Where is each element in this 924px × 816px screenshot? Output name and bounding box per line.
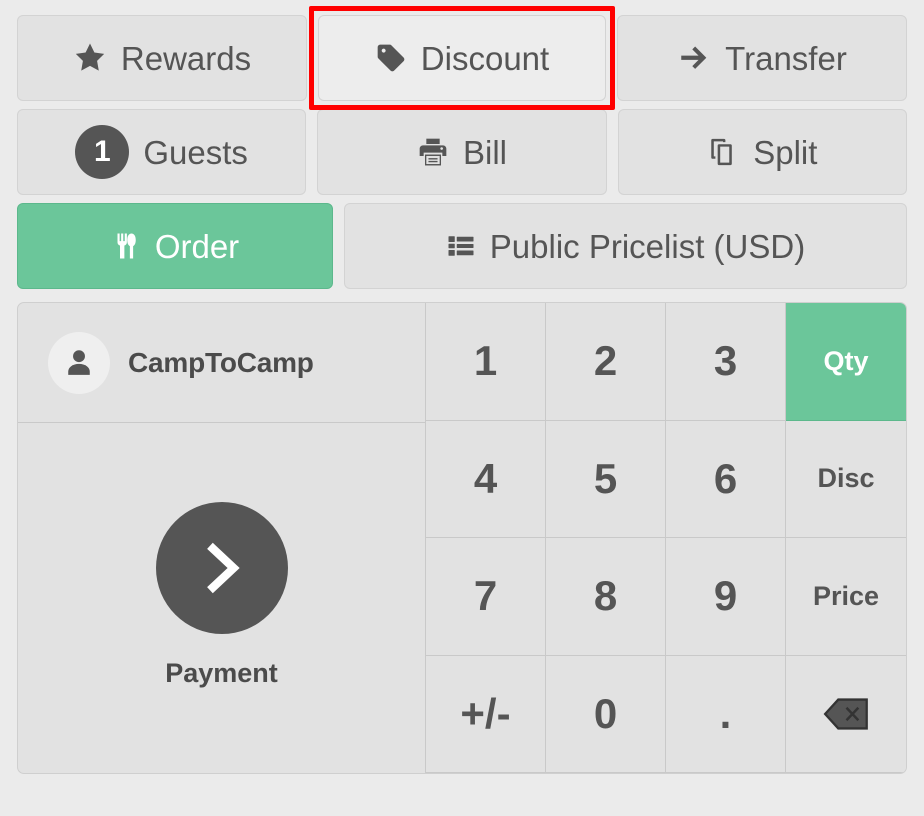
guests-label: Guests xyxy=(143,133,248,171)
pos-control-panel: Rewards Discount Transfer 1 Guests Bill … xyxy=(0,0,924,816)
pricelist-label: Public Pricelist (USD) xyxy=(489,227,806,265)
copy-icon xyxy=(707,136,739,168)
order-summary-panel: CampToCamp Payment 1 2 3 Qty 4 5 6 Disc … xyxy=(17,302,907,774)
numpad-key-1[interactable]: 1 xyxy=(426,303,546,421)
order-left-column: CampToCamp Payment xyxy=(18,303,426,773)
person-icon xyxy=(48,331,110,394)
numpad-mode-price[interactable]: Price xyxy=(786,538,906,656)
customer-name: CampToCamp xyxy=(128,346,314,378)
numpad: 1 2 3 Qty 4 5 6 Disc 7 8 9 Price +/- 0 . xyxy=(426,303,906,773)
numpad-mode-qty[interactable]: Qty xyxy=(786,303,906,421)
arrow-right-icon xyxy=(677,41,711,75)
cutlery-icon xyxy=(111,231,141,261)
discount-button[interactable]: Discount xyxy=(318,15,606,101)
discount-highlight-wrapper: Discount xyxy=(309,6,615,110)
payment-button[interactable]: Payment xyxy=(18,423,425,773)
numpad-key-2[interactable]: 2 xyxy=(546,303,666,421)
numpad-key-decimal[interactable]: . xyxy=(666,655,786,773)
numpad-key-9[interactable]: 9 xyxy=(666,538,786,656)
rewards-button[interactable]: Rewards xyxy=(17,15,307,101)
rewards-label: Rewards xyxy=(120,39,252,77)
guests-button[interactable]: 1 Guests xyxy=(17,109,307,195)
order-label: Order xyxy=(154,227,240,265)
printer-icon xyxy=(417,136,449,168)
numpad-key-0[interactable]: 0 xyxy=(546,655,666,773)
action-row-3: Order Public Pricelist (USD) xyxy=(17,203,907,289)
customer-row[interactable]: CampToCamp xyxy=(18,303,425,423)
numpad-mode-disc[interactable]: Disc xyxy=(786,420,906,538)
numpad-key-6[interactable]: 6 xyxy=(666,420,786,538)
numpad-key-7[interactable]: 7 xyxy=(426,538,546,656)
numpad-key-5[interactable]: 5 xyxy=(546,420,666,538)
transfer-label: Transfer xyxy=(725,39,847,77)
split-label: Split xyxy=(753,133,818,171)
split-button[interactable]: Split xyxy=(617,109,907,195)
action-row-1: Rewards Discount Transfer xyxy=(17,6,907,110)
tag-icon xyxy=(375,42,407,74)
chevron-right-icon xyxy=(155,501,288,634)
numpad-key-backspace[interactable] xyxy=(786,655,906,773)
numpad-key-8[interactable]: 8 xyxy=(546,538,666,656)
order-tab-button[interactable]: Order xyxy=(17,203,333,289)
numpad-key-4[interactable]: 4 xyxy=(426,420,546,538)
action-row-2: 1 Guests Bill Split xyxy=(17,109,907,195)
discount-label: Discount xyxy=(420,39,550,77)
pricelist-button[interactable]: Public Pricelist (USD) xyxy=(344,203,907,289)
bill-label: Bill xyxy=(462,133,507,171)
numpad-key-3[interactable]: 3 xyxy=(666,303,786,421)
guest-count-badge: 1 xyxy=(75,125,130,179)
transfer-button[interactable]: Transfer xyxy=(617,15,907,101)
bill-button[interactable]: Bill xyxy=(317,109,607,195)
numpad-key-sign[interactable]: +/- xyxy=(426,655,546,773)
list-icon xyxy=(446,231,476,261)
backspace-icon xyxy=(823,696,869,732)
star-icon xyxy=(73,41,107,75)
payment-label: Payment xyxy=(165,657,278,688)
